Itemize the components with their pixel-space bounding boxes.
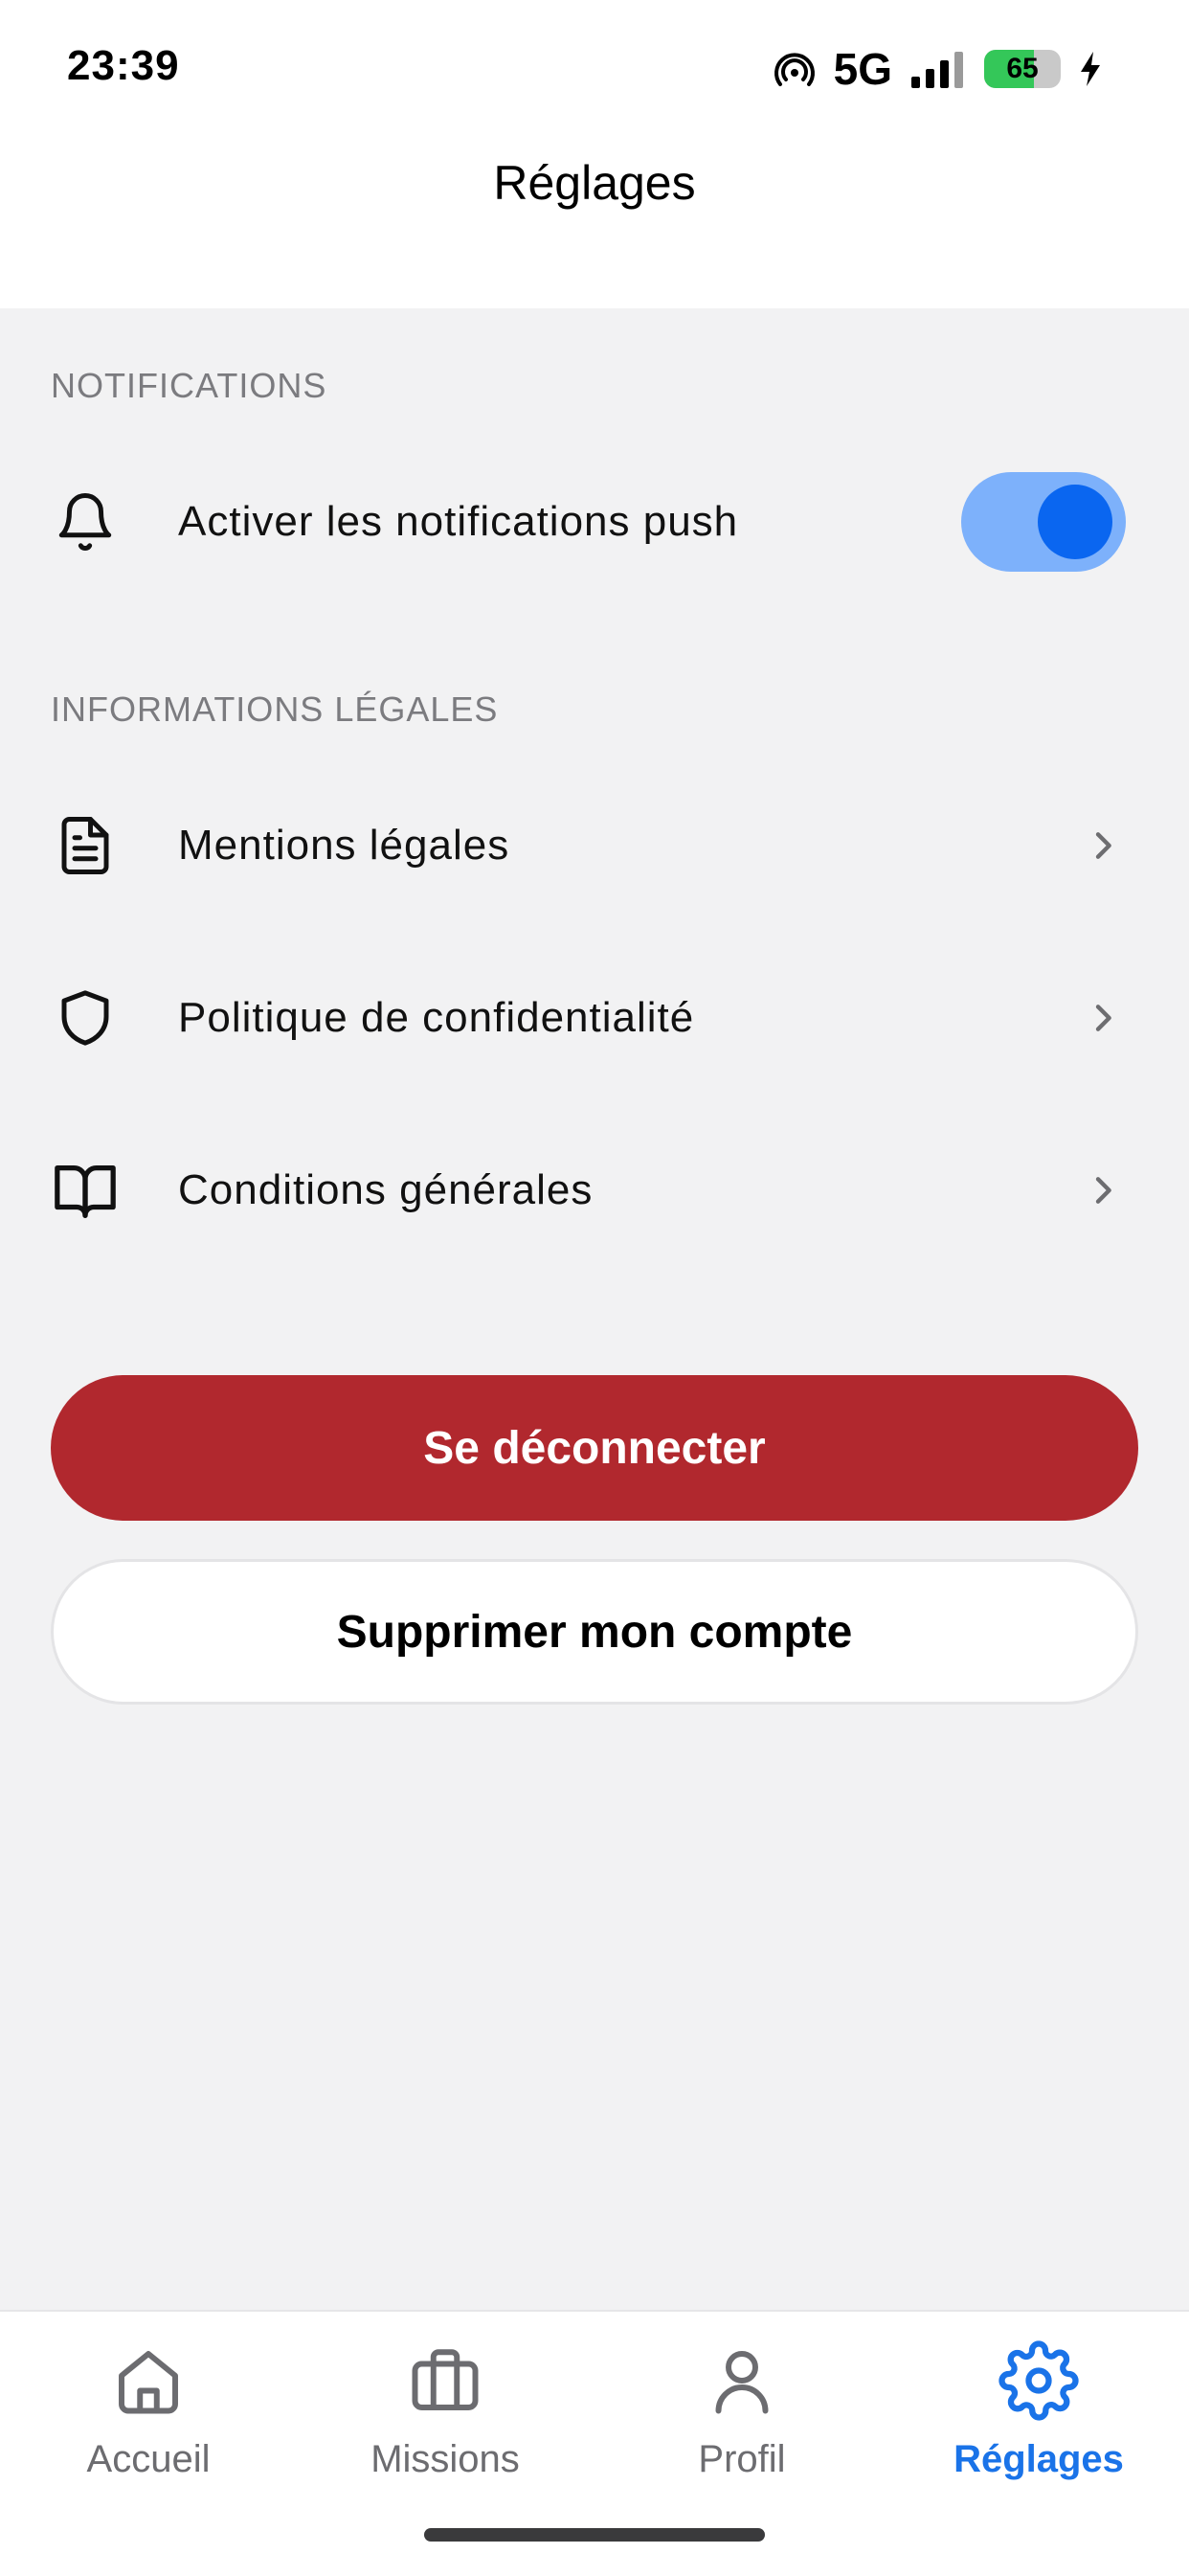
tab-label: Profil xyxy=(698,2438,786,2480)
toggle-knob xyxy=(1038,485,1112,559)
status-bar: 23:39 5G 65 xyxy=(0,0,1189,144)
status-time: 23:39 xyxy=(67,42,180,89)
push-notifications-label: Activer les notifications push xyxy=(178,498,739,545)
nav-header: Réglages xyxy=(0,144,1189,308)
tab-profile[interactable]: Profil xyxy=(617,2340,866,2481)
tab-label: Missions xyxy=(370,2438,520,2480)
tab-settings[interactable]: Réglages xyxy=(914,2340,1163,2481)
gear-icon xyxy=(998,2340,1079,2421)
bell-icon xyxy=(50,486,121,557)
legal-item-terms[interactable]: Conditions générales xyxy=(0,1119,1189,1262)
battery-level: 65 xyxy=(1006,53,1039,84)
battery-icon: 65 xyxy=(984,50,1061,88)
legal-item-label: Conditions générales xyxy=(178,1166,594,1213)
legal-item-label: Mentions légales xyxy=(178,822,510,869)
chevron-right-icon xyxy=(1095,1005,1111,1031)
tab-label: Accueil xyxy=(86,2438,211,2480)
home-indicator[interactable] xyxy=(424,2528,765,2542)
delete-account-button[interactable]: Supprimer mon compte xyxy=(51,1559,1138,1705)
chevron-right-icon xyxy=(1095,1177,1111,1204)
legal-item-privacy[interactable]: Politique de confidentialité xyxy=(0,946,1189,1090)
push-notifications-row[interactable]: Activer les notifications push xyxy=(0,450,1189,594)
charging-icon xyxy=(1081,52,1100,86)
section-title-notifications: NOTIFICATIONS xyxy=(51,366,327,405)
logout-button[interactable]: Se déconnecter xyxy=(51,1375,1138,1521)
hotspot-icon xyxy=(774,53,815,86)
page-title: Réglages xyxy=(493,156,696,210)
document-icon xyxy=(50,810,121,881)
briefcase-icon xyxy=(412,2349,479,2410)
legal-item-label: Politique de confidentialité xyxy=(178,994,695,1041)
section-title-legal: INFORMATIONS LÉGALES xyxy=(51,689,499,729)
tab-label: Réglages xyxy=(953,2438,1124,2480)
signal-icon xyxy=(911,52,963,88)
chevron-right-icon xyxy=(1095,832,1111,859)
status-indicators: 5G 65 xyxy=(773,42,1103,96)
tab-missions[interactable]: Missions xyxy=(321,2340,570,2481)
user-icon xyxy=(715,2351,769,2414)
legal-item-mentions[interactable]: Mentions légales xyxy=(0,774,1189,917)
home-icon xyxy=(119,2351,178,2414)
push-notifications-toggle[interactable] xyxy=(961,472,1126,572)
network-label: 5G xyxy=(833,44,892,94)
tab-home[interactable]: Accueil xyxy=(24,2340,273,2481)
shield-icon xyxy=(50,983,121,1053)
book-icon xyxy=(50,1155,121,1226)
